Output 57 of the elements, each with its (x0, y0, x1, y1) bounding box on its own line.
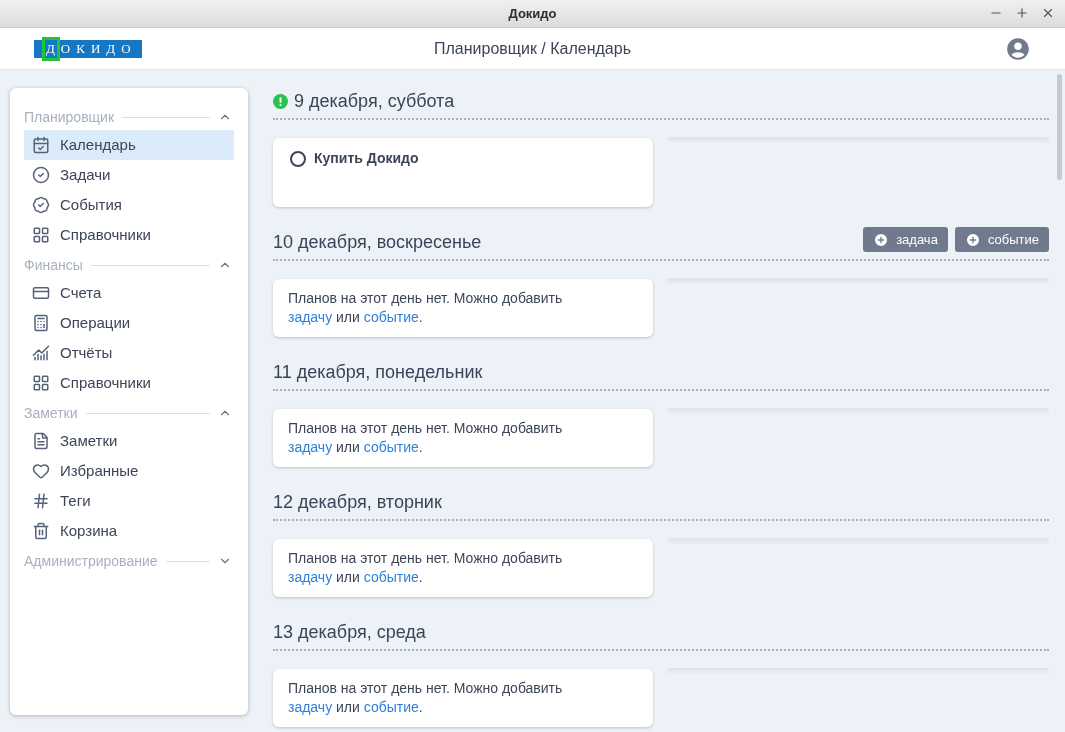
add-event-link[interactable]: событие (363, 569, 419, 585)
day-heading: 9 декабря, суббота (294, 90, 455, 112)
sidebar-item[interactable]: Счета (24, 278, 234, 308)
sidebar-item[interactable]: Справочники (24, 220, 234, 250)
task-title[interactable]: Купить Докидо (314, 148, 419, 169)
add-event-link[interactable]: событие (363, 439, 419, 455)
empty-day-message: Планов на этот день нет. Можно добавить задачу или событие. (288, 419, 564, 457)
trash-icon (32, 522, 50, 540)
add-task-link[interactable]: задачу (288, 439, 333, 455)
empty-day-message: Планов на этот день нет. Можно добавить задачу или событие. (288, 679, 564, 717)
add-task-link[interactable]: задачу (288, 309, 333, 325)
hash-icon (32, 492, 50, 510)
add-button[interactable]: событие (954, 227, 1049, 252)
sidebar-item[interactable]: Справочники (24, 368, 234, 398)
day-heading: 12 декабря, вторник (273, 491, 442, 513)
grid-icon (32, 374, 50, 392)
check-circle-icon (32, 166, 50, 184)
add-event-link[interactable]: событие (363, 309, 419, 325)
section-title: Заметки (24, 403, 78, 423)
sidebar-item[interactable]: Теги (24, 486, 234, 516)
add-task-link[interactable]: задачу (288, 699, 333, 715)
section-title: Планировщик (24, 107, 115, 127)
document-icon (32, 432, 50, 450)
sidebar-item[interactable]: События (24, 190, 234, 220)
heart-icon (32, 462, 50, 480)
calendar-icon (32, 136, 50, 154)
sidebar-item[interactable]: Отчёты (24, 338, 234, 368)
task-checkbox[interactable] (290, 150, 306, 167)
sidebar-item[interactable]: Заметки (24, 426, 234, 456)
close-icon[interactable] (1041, 6, 1055, 20)
section-title: Финансы (24, 255, 83, 275)
grid-icon (32, 226, 50, 244)
add-event-link[interactable]: событие (363, 699, 419, 715)
sidebar-item[interactable]: Избранные (24, 456, 234, 486)
breadcrumb: Планировщик / Календарь (434, 38, 631, 59)
add-button[interactable]: задача (863, 227, 948, 252)
sidebar-item[interactable]: Операции (24, 308, 234, 338)
section-title: Администрирование (24, 551, 158, 571)
empty-day-message: Планов на этот день нет. Можно добавить задачу или событие. (288, 289, 564, 327)
plus-circle-icon (873, 231, 890, 248)
plus-circle-icon (964, 231, 981, 248)
day-heading: 13 декабря, среда (273, 621, 426, 643)
alert-icon (273, 93, 288, 109)
user-avatar-icon[interactable] (1005, 35, 1031, 62)
cards-icon (32, 284, 50, 302)
window-title: Докидо (508, 4, 557, 23)
sidebar-item[interactable]: Задачи (24, 160, 234, 190)
maximize-icon[interactable] (1015, 6, 1029, 20)
badge-check-icon (32, 196, 50, 214)
empty-day-message: Планов на этот день нет. Можно добавить задачу или событие. (288, 549, 564, 587)
day-heading: 11 декабря, понедельник (273, 361, 483, 383)
sidebar-item[interactable]: Календарь (24, 130, 234, 160)
scrollbar-thumb[interactable] (1057, 74, 1062, 180)
chart-icon (32, 344, 50, 362)
day-heading: 10 декабря, воскресенье (273, 231, 482, 253)
sidebar-item[interactable]: Корзина (24, 516, 234, 546)
add-task-link[interactable]: задачу (288, 569, 333, 585)
